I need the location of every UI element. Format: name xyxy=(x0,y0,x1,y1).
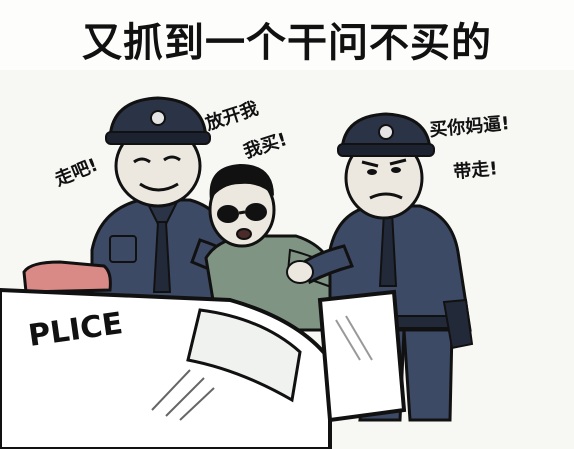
siren-light xyxy=(22,260,112,294)
right-officer-tie xyxy=(378,211,398,287)
suspect-mouth xyxy=(236,228,252,240)
right-officer-cap-brim xyxy=(337,143,435,157)
right-officer-speech-line-2: 带走! xyxy=(453,158,499,183)
right-officer-eye xyxy=(367,169,377,175)
right-officer-hand xyxy=(286,260,314,284)
meme-illustration: PLICE 走吧! 放开我 我买! 买你妈逼! 带走! xyxy=(0,70,574,449)
right-officer-leg xyxy=(402,328,454,422)
left-officer-tie xyxy=(152,221,172,293)
suspect-sunglasses-bridge xyxy=(238,210,246,215)
right-officer-cap-badge xyxy=(378,124,394,140)
suspect-sunglasses-right xyxy=(245,203,267,221)
left-officer-cap-badge xyxy=(150,110,166,126)
left-officer-cap-brim xyxy=(105,131,211,145)
suspect-sunglasses-left xyxy=(217,205,239,223)
meme-image: 又抓到一个干问不买的 PLICE 走吧! 放开我 我买! 买你妈逼! 带走! xyxy=(0,0,574,449)
car-door xyxy=(317,289,407,423)
right-officer-eye xyxy=(391,167,401,173)
